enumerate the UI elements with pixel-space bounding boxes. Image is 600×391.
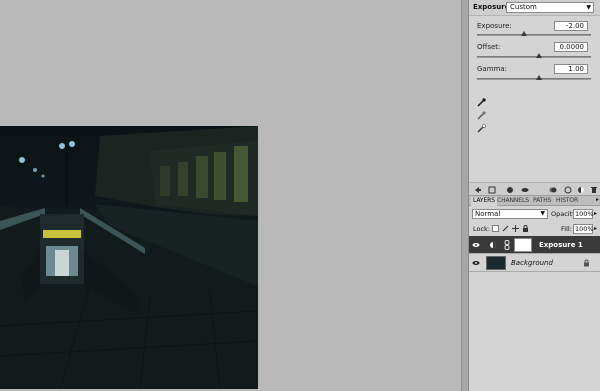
gamma-label: Gamma:: [477, 65, 507, 73]
lock-image-icon[interactable]: [502, 225, 509, 232]
document-canvas[interactable]: [0, 0, 461, 391]
blend-mode-value: Normal: [475, 210, 501, 218]
layer-row-exposure[interactable]: Exposure 1: [469, 236, 600, 254]
back-arrow-icon[interactable]: [474, 186, 482, 194]
offset-slider-thumb[interactable]: [536, 53, 542, 58]
lock-all-icon[interactable]: [522, 225, 529, 232]
trash-icon[interactable]: [590, 186, 598, 194]
lock-transparent-icon[interactable]: [492, 225, 499, 232]
eye-icon[interactable]: [472, 241, 480, 249]
tab-history[interactable]: HISTOR: [556, 197, 578, 204]
white-point-eyedropper-icon[interactable]: [476, 124, 486, 134]
adjustment-title: Exposure: [473, 3, 510, 11]
exposure-slider-thumb[interactable]: [521, 31, 527, 36]
expand-view-icon[interactable]: [488, 186, 496, 194]
chevron-down-icon: ▼: [586, 4, 591, 11]
lock-icon: [584, 259, 589, 267]
layers-tab-bar: LAYERS CHANNELS PATHS HISTOR ▸: [469, 196, 600, 206]
opacity-chevron-icon[interactable]: ▸: [594, 210, 597, 217]
black-point-eyedropper-icon[interactable]: [476, 98, 486, 108]
gamma-slider[interactable]: [477, 75, 591, 80]
lock-position-icon[interactable]: [512, 225, 519, 232]
layer-name: Background: [511, 259, 553, 267]
view-previous-state-icon[interactable]: [549, 186, 557, 194]
document-image: [0, 126, 258, 389]
canvas-scrollbar[interactable]: [461, 0, 468, 391]
gamma-input[interactable]: 1.00: [554, 64, 588, 74]
visibility-icon[interactable]: [521, 186, 529, 194]
lock-label: Lock:: [473, 225, 491, 233]
fill-label: Fill:: [561, 225, 572, 233]
adjustment-layer-icon: [490, 242, 496, 248]
gamma-slider-thumb[interactable]: [536, 75, 542, 80]
mask-icon[interactable]: [577, 186, 585, 194]
tab-layers[interactable]: LAYERS: [471, 197, 497, 206]
link-icon[interactable]: [504, 240, 510, 250]
side-panel: Exposure Custom ▼ Exposure: -2.00 Offset…: [468, 0, 600, 391]
offset-input[interactable]: 0.0000: [554, 42, 588, 52]
tab-channels[interactable]: CHANNELS: [497, 197, 529, 204]
reset-icon[interactable]: [564, 186, 572, 194]
offset-label: Offset:: [477, 43, 501, 51]
exposure-label: Exposure:: [477, 22, 512, 30]
blend-mode-dropdown[interactable]: Normal ▼: [472, 209, 548, 219]
fill-input[interactable]: 100%: [573, 224, 594, 234]
adjustments-toolbar: [469, 182, 600, 196]
fill-chevron-icon[interactable]: ▸: [594, 225, 597, 232]
adjustments-header: Exposure Custom ▼: [469, 0, 600, 16]
layer-name: Exposure 1: [539, 241, 583, 249]
eye-icon[interactable]: [472, 259, 480, 267]
exposure-input[interactable]: -2.00: [554, 21, 588, 31]
tab-paths[interactable]: PATHS: [533, 197, 551, 204]
chevron-down-icon: ▼: [540, 210, 545, 217]
preset-dropdown[interactable]: Custom ▼: [506, 2, 594, 13]
panel-menu-icon[interactable]: ▸: [596, 196, 599, 203]
offset-slider[interactable]: [477, 53, 591, 58]
layer-thumbnail: [486, 256, 506, 270]
preset-value: Custom: [510, 3, 537, 11]
clip-to-layer-icon[interactable]: [506, 186, 514, 194]
exposure-slider[interactable]: [477, 31, 591, 36]
layer-row-background[interactable]: Background: [469, 254, 600, 272]
gray-point-eyedropper-icon[interactable]: [476, 111, 486, 121]
layer-mask-thumbnail[interactable]: [514, 238, 532, 252]
opacity-input[interactable]: 100%: [573, 209, 594, 219]
